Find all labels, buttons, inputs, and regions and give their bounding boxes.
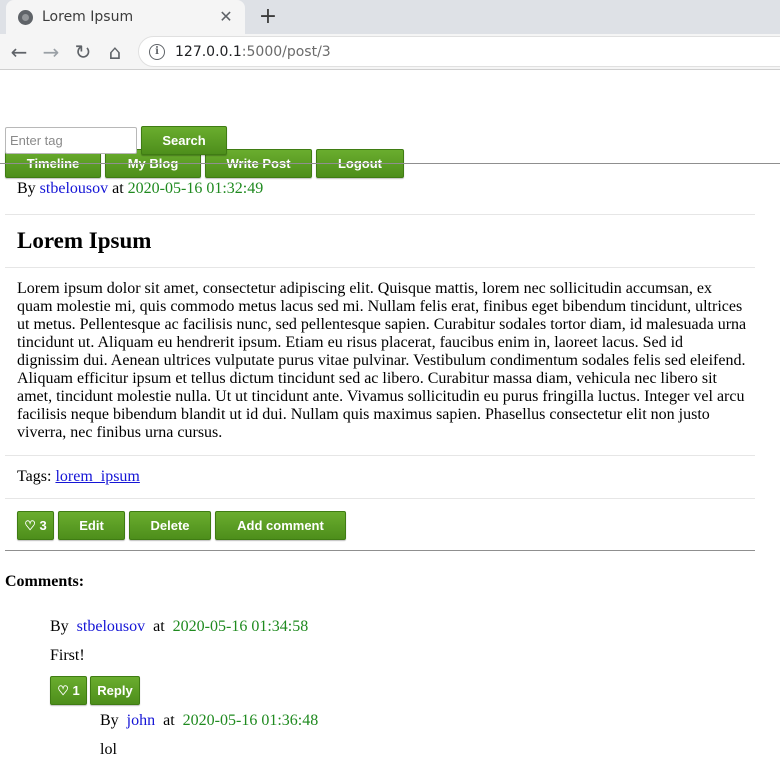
post-timestamp: 2020-05-16 01:32:49 [127,180,264,197]
forward-arrow-icon[interactable]: → [35,36,67,68]
comment-timestamp: 2020-05-16 01:36:48 [182,712,319,729]
at-label: at [112,180,124,197]
post-meta: By stbelousov at 2020-05-16 01:32:49 [5,164,755,215]
home-icon[interactable]: ⌂ [99,36,131,68]
tag-link[interactable]: lorem_ipsum [55,468,139,486]
post-title: Lorem Ipsum [5,215,755,268]
browser-toolbar: ← → ↻ ⌂ i 127.0.0.1:5000/post/3 [0,34,780,70]
post-author-link[interactable]: stbelousov [40,180,108,198]
post: By stbelousov at 2020-05-16 01:32:49 Lor… [5,164,755,552]
edit-button[interactable]: Edit [58,511,125,540]
reply-comment: By john at 2020-05-16 01:36:48 lol [100,712,318,759]
url-path: :5000/post/3 [241,43,331,60]
reload-icon[interactable]: ↻ [67,36,99,68]
by-label: By [50,618,69,635]
divider [5,550,755,551]
by-label: By [100,712,119,729]
comment-text: First! [50,647,85,664]
delete-button[interactable]: Delete [129,511,211,540]
comment-meta: By john at 2020-05-16 01:36:48 [100,712,318,730]
tag-search-form: Search [5,126,227,155]
back-arrow-icon[interactable]: ← [3,36,35,68]
tags-label: Tags: [17,468,52,485]
new-tab-icon[interactable]: + [256,4,280,30]
comment-like-button[interactable]: ♡ 1 [50,676,87,705]
address-bar[interactable]: i 127.0.0.1:5000/post/3 [138,36,780,67]
at-label: at [153,618,165,635]
comment-timestamp: 2020-05-16 01:34:58 [172,618,309,635]
comment-text: lol [100,741,117,758]
tag-search-input[interactable] [5,127,137,154]
post-tags: Tags: lorem_ipsum [5,456,755,499]
by-label: By [17,180,36,197]
browser-tab-strip: Lorem Ipsum ✕ + [0,0,780,34]
globe-icon [18,9,33,25]
like-button[interactable]: ♡ 3 [17,511,54,540]
search-button[interactable]: Search [141,126,227,155]
comment-meta: By stbelousov at 2020-05-16 01:34:58 [50,618,308,636]
post-body: Lorem ipsum dolor sit amet, consectetur … [5,268,755,456]
url-host: 127.0.0.1 [175,43,242,60]
comment: By stbelousov at 2020-05-16 01:34:58 Fir… [50,618,308,705]
comment-author-link[interactable]: stbelousov [77,618,145,635]
info-icon[interactable]: i [149,43,165,60]
reply-button[interactable]: Reply [90,676,140,705]
tab-title: Lorem Ipsum [42,9,134,25]
at-label: at [163,712,175,729]
close-tab-icon[interactable]: ✕ [217,8,235,26]
comment-actions: ♡ 1 Reply [50,676,308,705]
post-actions: ♡ 3 Edit Delete Add comment [5,499,755,552]
comments-heading: Comments: [5,573,85,590]
comment-author-link[interactable]: john [127,712,155,729]
add-comment-button[interactable]: Add comment [215,511,346,540]
browser-tab[interactable]: Lorem Ipsum ✕ [6,0,245,34]
